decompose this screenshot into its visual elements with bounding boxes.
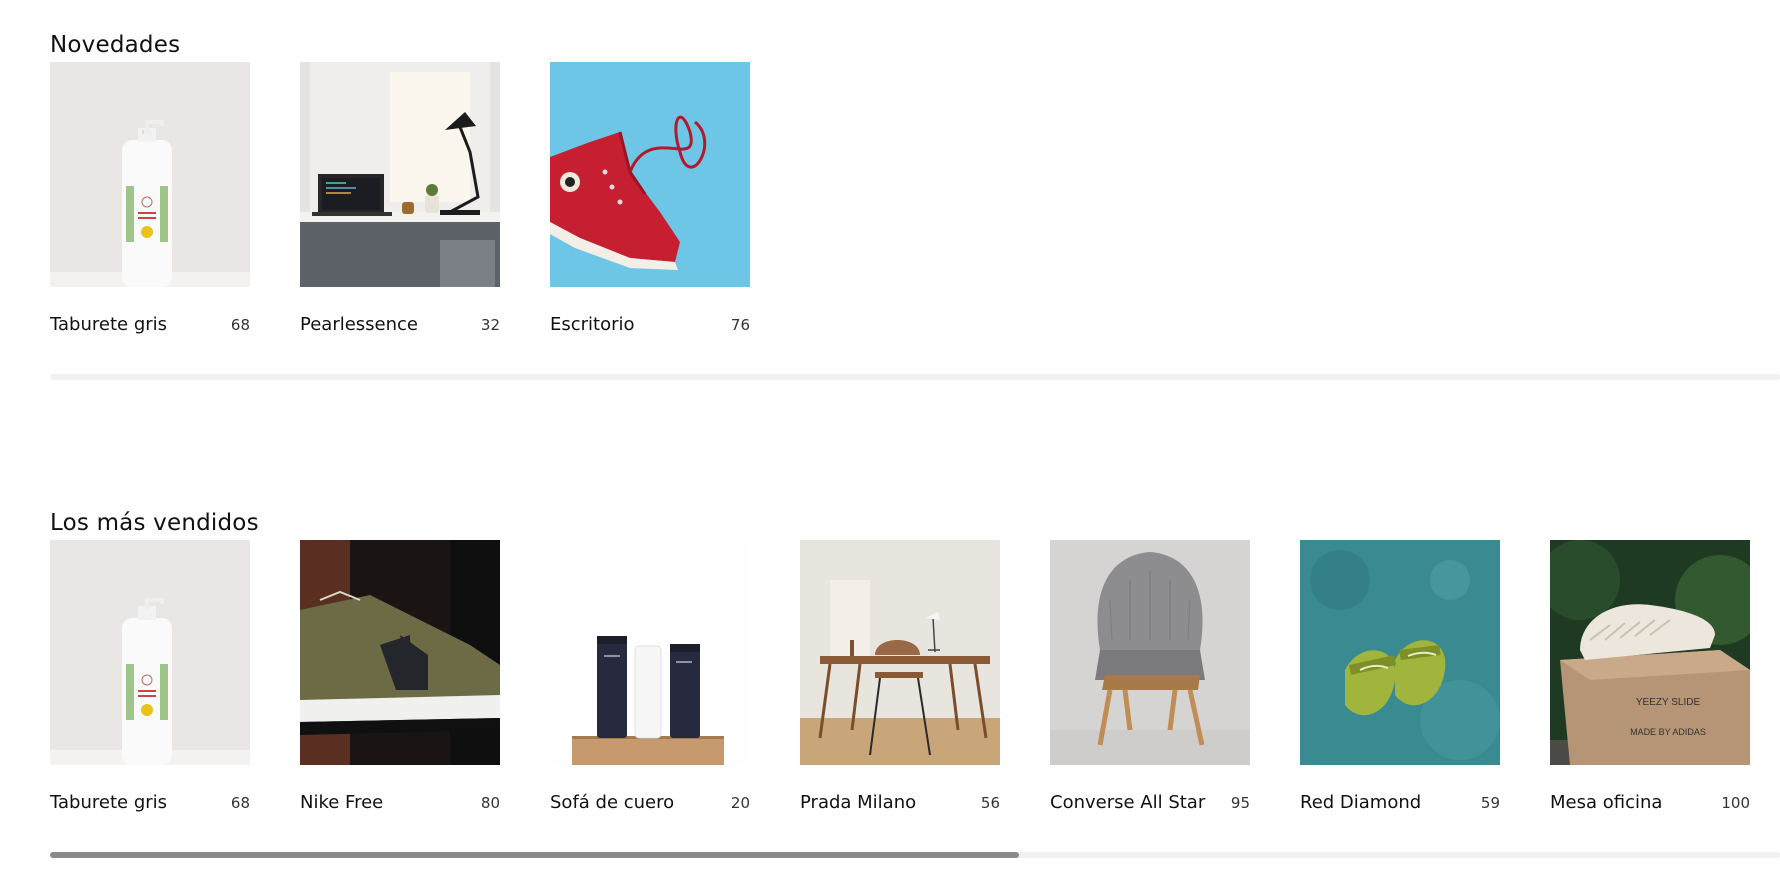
product-image[interactable]	[300, 540, 500, 765]
carousel-scrollbar[interactable]	[50, 374, 1780, 380]
product-count: 32	[480, 316, 500, 334]
product-card[interactable]: Sofá de cuero 20	[550, 540, 750, 813]
product-card[interactable]: Prada Milano 56	[800, 540, 1000, 813]
product-card[interactable]: Escritorio 76	[550, 62, 750, 335]
product-image[interactable]	[50, 62, 250, 287]
product-image[interactable]	[800, 540, 1000, 765]
product-card[interactable]: Taburete gris 68	[50, 540, 250, 813]
product-count: 59	[1480, 794, 1500, 812]
product-count: 68	[230, 794, 250, 812]
product-carousel: Taburete gris 68 Pearlessence 32 Escrito…	[50, 62, 1780, 360]
section-title: Los más vendidos	[50, 510, 259, 536]
product-name[interactable]: Sofá de cuero	[550, 792, 674, 813]
product-name[interactable]: Escritorio	[550, 314, 635, 335]
product-card[interactable]: Red Diamond 59	[1300, 540, 1500, 813]
new-arrivals-section: Novedades Taburete gris 68 Pearlessence …	[50, 28, 1780, 360]
product-name[interactable]: Nike Free	[300, 792, 383, 813]
product-name[interactable]: Prada Milano	[800, 792, 916, 813]
scrollbar-thumb[interactable]	[50, 852, 1019, 858]
product-card[interactable]: Converse All Star 95	[1050, 540, 1250, 813]
product-carousel: Taburete gris 68 Nike Free 80 Sofá de cu…	[50, 540, 1780, 838]
product-name[interactable]: Taburete gris	[50, 314, 167, 335]
carousel-scrollbar[interactable]	[50, 852, 1780, 858]
product-name[interactable]: Pearlessence	[300, 314, 418, 335]
product-count: 20	[730, 794, 750, 812]
product-count: 95	[1230, 794, 1250, 812]
product-name[interactable]: Taburete gris	[50, 792, 167, 813]
product-image[interactable]	[300, 62, 500, 287]
product-name[interactable]: Converse All Star	[1050, 792, 1205, 813]
product-count: 68	[230, 316, 250, 334]
product-image[interactable]	[550, 62, 750, 287]
product-count: 100	[1721, 794, 1750, 812]
product-image[interactable]	[1300, 540, 1500, 765]
product-count: 56	[980, 794, 1000, 812]
product-image[interactable]	[550, 540, 750, 765]
bestsellers-section: Los más vendidos Taburete gris 68 Nike F…	[50, 506, 1780, 838]
box-print-line-1: YEEZY SLIDE	[1636, 697, 1701, 708]
product-count: 80	[480, 794, 500, 812]
product-image[interactable]	[1050, 540, 1250, 765]
product-image[interactable]: YEEZY SLIDE MADE BY ADIDAS	[1550, 540, 1750, 765]
product-card[interactable]: YEEZY SLIDE MADE BY ADIDAS Mesa oficina …	[1550, 540, 1750, 813]
product-card[interactable]: Nike Free 80	[300, 540, 500, 813]
product-card[interactable]: Pearlessence 32	[300, 62, 500, 335]
box-print-line-2: MADE BY ADIDAS	[1630, 727, 1706, 737]
product-image[interactable]	[50, 540, 250, 765]
section-title: Novedades	[50, 32, 181, 58]
product-card[interactable]: Taburete gris 68	[50, 62, 250, 335]
product-count: 76	[730, 316, 750, 334]
product-name[interactable]: Mesa oficina	[1550, 792, 1662, 813]
product-name[interactable]: Red Diamond	[1300, 792, 1421, 813]
